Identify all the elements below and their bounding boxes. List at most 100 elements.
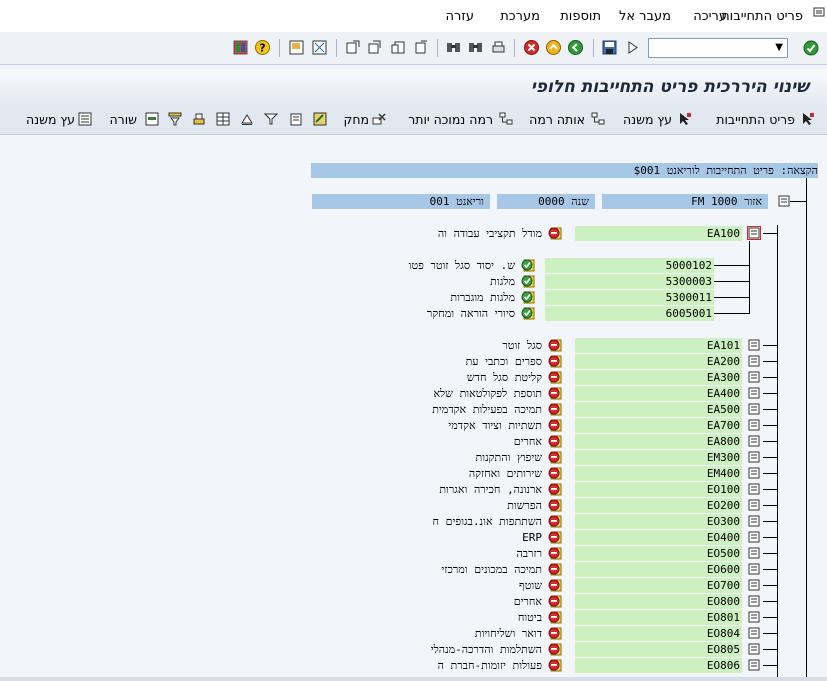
- last-page-icon[interactable]: [344, 39, 361, 56]
- folder-node-icon[interactable]: [748, 499, 760, 511]
- find-next-icon[interactable]: [467, 39, 484, 56]
- node-code[interactable]: EA300: [575, 370, 742, 385]
- chevron-down-icon[interactable]: ▼: [775, 43, 783, 53]
- node-code[interactable]: EO800: [575, 594, 742, 609]
- folder-node-icon[interactable]: [748, 563, 760, 575]
- selected-node-icon[interactable]: [747, 226, 761, 240]
- commitment-item-button[interactable]: פריט התחייבות: [716, 112, 795, 127]
- node-code[interactable]: EO806: [575, 658, 742, 673]
- menu-system[interactable]: מערכת: [500, 9, 540, 24]
- node-code[interactable]: EA800: [575, 434, 742, 449]
- node-code[interactable]: EO500: [575, 546, 742, 561]
- folder-node-icon[interactable]: [748, 339, 760, 351]
- node-code[interactable]: EO805: [575, 642, 742, 657]
- folder-node-icon[interactable]: [748, 355, 760, 367]
- same-level-icon: [591, 112, 605, 125]
- funnel-icon[interactable]: [168, 112, 182, 126]
- folder-node-icon[interactable]: [748, 643, 760, 655]
- node-code[interactable]: EO400: [575, 530, 742, 545]
- svg-text:?: ?: [259, 42, 265, 55]
- folder-node-icon[interactable]: [748, 435, 760, 447]
- node-code[interactable]: EA400: [575, 386, 742, 401]
- node-connector: [763, 521, 777, 522]
- subtree-button[interactable]: עץ משנה: [26, 112, 75, 127]
- folder-node-icon[interactable]: [748, 451, 760, 463]
- exit-icon[interactable]: [545, 39, 562, 56]
- node-code[interactable]: EO804: [575, 626, 742, 641]
- child-code[interactable]: 5000102: [545, 258, 714, 273]
- folder-node-icon[interactable]: [748, 611, 760, 623]
- horizontal-scrollbar[interactable]: [0, 677, 827, 681]
- folder-node-icon[interactable]: [748, 579, 760, 591]
- back-icon[interactable]: [567, 39, 584, 56]
- lower-level-button[interactable]: רמה נמוכה יותר: [408, 112, 493, 127]
- tree-node-icon[interactable]: [778, 195, 790, 207]
- subtree-button[interactable]: עץ משנה: [623, 112, 672, 127]
- delete-button[interactable]: מחק: [343, 112, 369, 127]
- node-desc: תמיכה בפעילות אקדמית: [432, 403, 542, 416]
- print-icon[interactable]: [490, 39, 507, 56]
- node-desc: קליטת סגל חדש: [466, 371, 542, 384]
- subtree-icon: [78, 112, 92, 126]
- node-code[interactable]: EO801: [575, 610, 742, 625]
- folder-node-icon[interactable]: [748, 531, 760, 543]
- node-code[interactable]: EA700: [575, 418, 742, 433]
- menu-edit[interactable]: עריכה: [693, 9, 727, 24]
- node-code[interactable]: EM300: [575, 450, 742, 465]
- expand-icon[interactable]: [313, 112, 327, 126]
- menu-extras[interactable]: תוספות: [560, 9, 601, 24]
- root-code[interactable]: EA100: [575, 226, 742, 241]
- node-desc: תשתיות וציוד אקדמי: [448, 419, 542, 432]
- folder-node-icon[interactable]: [748, 659, 760, 671]
- find-icon[interactable]: [445, 39, 462, 56]
- play-icon[interactable]: [624, 39, 641, 56]
- child-code[interactable]: 6005001: [545, 306, 714, 321]
- folder-node-icon[interactable]: [748, 515, 760, 527]
- layout-icon[interactable]: [232, 39, 249, 56]
- folder-node-icon[interactable]: [748, 627, 760, 639]
- menu-help[interactable]: עזרה: [446, 9, 474, 24]
- node-code[interactable]: EA101: [575, 338, 742, 353]
- collapse-icon[interactable]: [289, 112, 303, 126]
- folder-node-icon[interactable]: [748, 403, 760, 415]
- node-code[interactable]: EA500: [575, 402, 742, 417]
- folder-node-icon[interactable]: [748, 371, 760, 383]
- check-icon[interactable]: [803, 40, 819, 56]
- same-level-button[interactable]: אותה רמה: [529, 112, 585, 127]
- folder-node-icon[interactable]: [748, 467, 760, 479]
- window-menu-icon[interactable]: [813, 6, 825, 18]
- row-button[interactable]: שורה: [110, 112, 137, 127]
- child-code[interactable]: 5300003: [545, 274, 714, 289]
- grid-icon[interactable]: [216, 112, 230, 126]
- next-page-icon[interactable]: [366, 39, 383, 56]
- node-desc: רזרבה: [516, 547, 542, 560]
- toolbar-separator: [437, 39, 438, 57]
- shortcut-icon[interactable]: [311, 39, 328, 56]
- first-page-icon[interactable]: [412, 39, 429, 56]
- node-code[interactable]: EM400: [575, 466, 742, 481]
- folder-node-icon[interactable]: [748, 547, 760, 559]
- menu-commitment-item[interactable]: פריט התחייבות: [721, 9, 803, 24]
- filter-icon[interactable]: [264, 112, 278, 126]
- previous-page-icon[interactable]: [390, 39, 407, 56]
- folder-node-icon[interactable]: [748, 483, 760, 495]
- node-code[interactable]: EO100: [575, 482, 742, 497]
- folder-node-icon[interactable]: [748, 419, 760, 431]
- node-code[interactable]: EO300: [575, 514, 742, 529]
- folder-node-icon[interactable]: [748, 387, 760, 399]
- menu-goto[interactable]: מעבר אל: [619, 9, 671, 24]
- save-icon[interactable]: [601, 39, 618, 56]
- node-code[interactable]: EA200: [575, 354, 742, 369]
- create-session-icon[interactable]: [288, 39, 305, 56]
- cancel-icon[interactable]: [523, 39, 540, 56]
- child-code[interactable]: 5300011: [545, 290, 714, 305]
- node-desc: ספרים וכתבי עת: [465, 355, 542, 368]
- node-code[interactable]: EO200: [575, 498, 742, 513]
- command-field[interactable]: ▼: [648, 38, 788, 58]
- help-icon[interactable]: ?: [254, 39, 271, 56]
- folder-node-icon[interactable]: [748, 595, 760, 607]
- node-code[interactable]: EO700: [575, 578, 742, 593]
- print-preview-icon[interactable]: [192, 112, 206, 126]
- sort-icon[interactable]: [240, 112, 254, 126]
- node-code[interactable]: EO600: [575, 562, 742, 577]
